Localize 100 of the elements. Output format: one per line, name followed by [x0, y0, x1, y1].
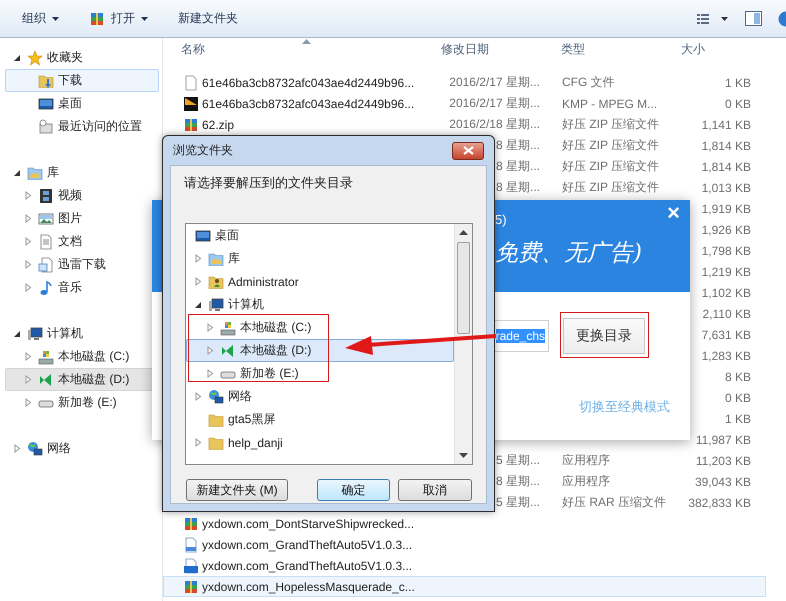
tree-item[interactable]: help_danji	[186, 431, 454, 454]
tree-item[interactable]: 本地磁盘 (D:)	[186, 339, 454, 362]
expand-arrow-icon[interactable]	[195, 392, 202, 401]
collapse-arrow-icon[interactable]	[14, 329, 21, 338]
collapse-arrow-icon[interactable]	[14, 168, 21, 177]
tree-item[interactable]: 音乐	[5, 276, 159, 299]
modified-date: 5 星期...	[496, 453, 540, 467]
tree-item[interactable]: 视频	[5, 184, 159, 207]
file-size: 1,814 KB	[702, 138, 751, 152]
modified-date: 5 星期...	[496, 495, 540, 509]
expand-arrow-icon[interactable]	[195, 254, 202, 263]
tree-item[interactable]: gta5黑屏	[186, 408, 454, 431]
network-icon	[27, 440, 43, 456]
collapse-arrow-icon[interactable]	[195, 300, 202, 309]
file-name: 61e46ba3cb8732afc043ae4d2449b96...	[202, 96, 414, 110]
expand-arrow-icon[interactable]	[195, 438, 202, 447]
dialog-button[interactable]: 取消	[398, 479, 472, 501]
tree-item[interactable]: 网络	[5, 437, 159, 460]
tree-item[interactable]: 收藏夹	[5, 46, 159, 69]
file-size: 1 KB	[724, 76, 751, 90]
archive-icon	[89, 10, 105, 26]
view-options-icon[interactable]	[697, 12, 729, 24]
toolbar-button[interactable]: 组织	[14, 6, 67, 30]
banner-subtitle: 5)	[495, 212, 507, 227]
preview-pane-icon[interactable]	[745, 11, 762, 26]
expand-arrow-icon[interactable]	[207, 346, 214, 355]
document-icon	[38, 256, 54, 272]
tree-item[interactable]: 图片	[5, 207, 159, 230]
expand-arrow-icon[interactable]	[25, 191, 32, 200]
modified-date: 2016/2/17 星期...	[449, 75, 540, 89]
scroll-down-icon[interactable]	[459, 452, 468, 458]
document-icon	[38, 234, 54, 250]
expand-arrow-icon[interactable]	[25, 375, 32, 384]
file-row[interactable]: yxdown.com_GrandTheftAuto5V1.0.3...	[163, 534, 766, 555]
column-header[interactable]: 类型	[557, 40, 677, 58]
tree-item[interactable]: 网络	[186, 385, 454, 408]
column-header[interactable]: 名称	[163, 40, 437, 58]
expand-arrow-icon[interactable]	[25, 283, 32, 292]
file-size: 1,102 KB	[702, 286, 751, 300]
expand-arrow-icon[interactable]	[25, 352, 32, 361]
column-header[interactable]: 大小	[677, 40, 757, 58]
collapse-arrow-icon[interactable]	[14, 53, 21, 62]
file-size: 1,013 KB	[702, 180, 751, 194]
file-type: 好压 RAR 压缩文件	[562, 495, 666, 509]
scrollbar[interactable]	[454, 224, 472, 464]
dialog-prompt: 请选择要解压到的文件夹目录	[184, 174, 353, 192]
tree-item[interactable]: 文档	[5, 230, 159, 253]
network-icon	[208, 388, 224, 404]
file-row[interactable]: yxdown.com_GrandTheftAuto5V1.0.3...	[163, 555, 766, 576]
tree-item[interactable]: 桌面	[5, 92, 159, 115]
file-row[interactable]: yxdown.com_DontStarveShipwrecked...	[163, 513, 766, 534]
expand-arrow-icon[interactable]	[207, 369, 214, 378]
archive-icon	[183, 116, 199, 132]
tree-item[interactable]: 计算机	[186, 293, 454, 316]
expand-arrow-icon[interactable]	[207, 323, 214, 332]
change-folder-button[interactable]: 更换目录	[563, 318, 645, 354]
tree-item[interactable]: Administrator	[186, 270, 454, 293]
file-type: KMP - MPEG M...	[562, 96, 658, 110]
file-row[interactable]: 61e46ba3cb8732afc043ae4d2449b96... 2016/2/17 星期... CFG 文件 1 KB	[163, 72, 766, 93]
tree-item[interactable]: 计算机	[5, 322, 159, 345]
desktop-icon	[195, 228, 211, 244]
tree-item[interactable]: 新加卷 (E:)	[186, 362, 454, 385]
file-row[interactable]: 62.zip 2016/2/18 星期... 好压 ZIP 压缩文件 1,141 KB	[163, 114, 766, 135]
tree-item[interactable]: 本地磁盘 (C:)	[5, 345, 159, 368]
tree-item[interactable]: 新加卷 (E:)	[5, 391, 159, 414]
tree-item[interactable]: 库	[5, 161, 159, 184]
tree-item[interactable]: 下载	[5, 69, 159, 92]
dialog-button[interactable]: 新建文件夹 (M)	[186, 479, 288, 501]
tree-item[interactable]: 迅雷下载	[5, 253, 159, 276]
file-type: 好压 ZIP 压缩文件	[562, 117, 660, 131]
expand-arrow-icon[interactable]	[195, 277, 202, 286]
film-icon	[38, 188, 54, 204]
text-file-icon	[183, 536, 199, 552]
close-button[interactable]	[452, 142, 484, 160]
tree-item[interactable]: 最近访问的位置	[5, 115, 159, 138]
expand-arrow-icon[interactable]	[14, 444, 21, 453]
toolbar-button[interactable]: 新建文件夹	[170, 6, 246, 30]
file-icon	[183, 74, 199, 90]
expand-arrow-icon[interactable]	[25, 214, 32, 223]
close-button[interactable]: ×	[663, 200, 684, 226]
sort-arrow-icon	[302, 39, 311, 44]
folder-icon	[208, 412, 224, 428]
music-note-icon	[38, 280, 54, 296]
library-icon	[27, 164, 43, 180]
modified-date: 8 星期...	[496, 180, 540, 194]
file-row[interactable]: 61e46ba3cb8732afc043ae4d2449b96... 2016/2/17 星期... KMP - MPEG M... 0 KB	[163, 93, 766, 114]
toolbar-button[interactable]: 打开	[81, 6, 156, 30]
file-name: yxdown.com_GrandTheftAuto5V1.0.3...	[202, 558, 412, 572]
expand-arrow-icon[interactable]	[25, 260, 32, 269]
scroll-up-icon[interactable]	[459, 230, 468, 236]
tree-item[interactable]: 库	[186, 247, 454, 270]
expand-arrow-icon[interactable]	[25, 237, 32, 246]
tree-item[interactable]: 桌面	[186, 224, 454, 247]
column-header[interactable]: 修改日期	[437, 40, 557, 58]
torrent-file-icon	[183, 558, 199, 574]
dialog-button[interactable]: 确定	[317, 479, 390, 501]
file-size: 11,203 KB	[696, 454, 751, 468]
expand-arrow-icon[interactable]	[25, 398, 32, 407]
picture-icon	[38, 210, 54, 226]
file-row[interactable]: yxdown.com_HopelessMasquerade_c...	[163, 576, 766, 597]
